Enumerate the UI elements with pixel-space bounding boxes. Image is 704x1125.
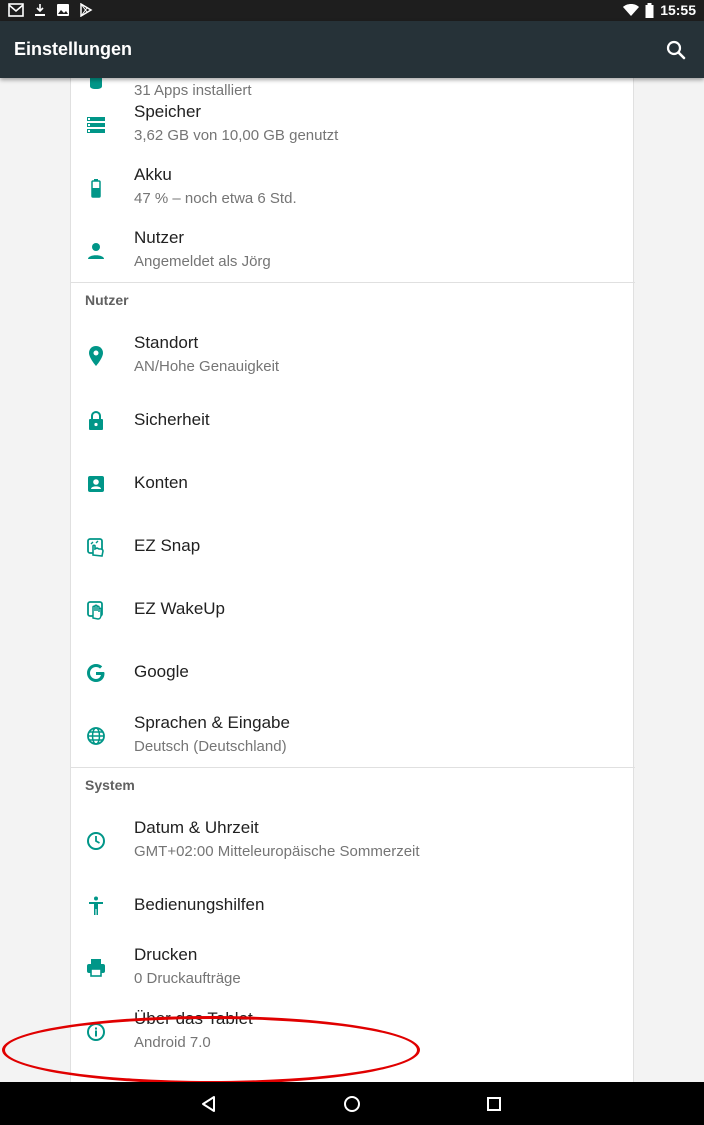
- settings-item-title: Datum & Uhrzeit: [134, 818, 259, 837]
- clock-icon: [87, 831, 105, 850]
- status-bar: 15:55: [0, 0, 704, 21]
- settings-item-konten[interactable]: Konten: [71, 452, 635, 515]
- settings-item-title: Sprachen & Eingabe: [134, 713, 290, 732]
- ez-snap-icon: [87, 537, 104, 557]
- person-icon: [88, 242, 104, 259]
- play-store-icon: [80, 3, 93, 17]
- settings-item-title: Standort: [134, 333, 199, 352]
- settings-item-bedienungshilfen[interactable]: Bedienungshilfen: [71, 874, 635, 937]
- settings-item-title: EZ WakeUp: [134, 599, 226, 618]
- settings-card: 31 Apps installiert Speicher 3,62 GB von…: [70, 78, 635, 1082]
- settings-item-subtitle: Angemeldet als Jörg: [134, 253, 271, 270]
- divider: [71, 282, 635, 283]
- settings-item-nutzer[interactable]: Nutzer Angemeldet als Jörg: [71, 219, 635, 282]
- battery-icon: [91, 178, 101, 198]
- image-icon: [57, 4, 69, 16]
- storage-icon: [87, 116, 105, 133]
- settings-item-speicher[interactable]: Speicher 3,62 GB von 10,00 GB genutzt: [71, 93, 635, 156]
- accessibility-icon: [89, 896, 103, 915]
- settings-item-sicherheit[interactable]: Sicherheit: [71, 389, 635, 452]
- settings-item-title: Bedienungshilfen: [134, 895, 265, 914]
- settings-item-subtitle: Deutsch (Deutschland): [134, 738, 287, 755]
- gmail-icon: [8, 3, 24, 17]
- ez-wakeup-icon: [87, 600, 103, 620]
- settings-item-title: Google: [134, 662, 189, 681]
- divider: [71, 767, 635, 768]
- section-header-nutzer: Nutzer: [85, 292, 129, 308]
- settings-item-title: Nutzer: [134, 228, 185, 247]
- settings-item-datum-uhrzeit[interactable]: Datum & Uhrzeit GMT+02:00 Mitteleuropäis…: [71, 809, 635, 872]
- settings-item-title: Speicher: [134, 102, 202, 121]
- settings-item-title: Akku: [134, 165, 172, 184]
- settings-item-sprachen[interactable]: Sprachen & Eingabe Deutsch (Deutschland): [71, 704, 635, 767]
- settings-item-subtitle: Android 7.0: [134, 1034, 211, 1051]
- settings-item-ez-wakeup[interactable]: EZ WakeUp: [71, 578, 635, 641]
- settings-item-title: EZ Snap: [134, 536, 201, 555]
- settings-item-ez-snap[interactable]: EZ Snap: [71, 515, 635, 578]
- back-icon[interactable]: [197, 1092, 221, 1116]
- account-box-icon: [88, 475, 104, 492]
- clock-time: 15:55: [660, 2, 696, 18]
- section-header-system: System: [85, 777, 135, 793]
- android-icon: [90, 78, 102, 89]
- info-icon: [87, 1022, 105, 1041]
- settings-item-title: Drucken: [134, 945, 198, 964]
- settings-item-subtitle: AN/Hohe Genauigkeit: [134, 358, 280, 375]
- settings-item-subtitle: GMT+02:00 Mitteleuropäische Sommerzeit: [134, 843, 420, 860]
- search-icon[interactable]: [664, 38, 688, 62]
- page-title: Einstellungen: [14, 39, 133, 59]
- settings-item-subtitle: 0 Druckaufträge: [134, 970, 241, 987]
- settings-item-ueber-das-tablet[interactable]: Über das Tablet Android 7.0: [71, 1000, 635, 1063]
- globe-icon: [87, 726, 105, 745]
- settings-item-title: Sicherheit: [134, 410, 210, 429]
- settings-item-drucken[interactable]: Drucken 0 Druckaufträge: [71, 936, 635, 999]
- settings-item-google[interactable]: Google: [71, 641, 635, 704]
- settings-item-standort[interactable]: Standort AN/Hohe Genauigkeit: [71, 324, 635, 387]
- settings-item-title: Konten: [134, 473, 188, 492]
- settings-item-title: Über das Tablet: [134, 1009, 253, 1028]
- wifi-icon: [623, 3, 640, 16]
- settings-item-akku[interactable]: Akku 47 % – noch etwa 6 Std.: [71, 156, 635, 219]
- printer-icon: [87, 958, 105, 977]
- google-g-icon: [87, 663, 105, 682]
- download-icon: [35, 4, 45, 16]
- notification-icons: [8, 3, 93, 17]
- app-bar: Einstellungen: [0, 21, 704, 78]
- settings-item-subtitle: 3,62 GB von 10,00 GB genutzt: [134, 127, 339, 144]
- location-pin-icon: [89, 345, 103, 366]
- home-icon[interactable]: [340, 1092, 364, 1116]
- lock-icon: [89, 410, 103, 430]
- settings-item-subtitle: 47 % – noch etwa 6 Std.: [134, 190, 297, 207]
- settings-list[interactable]: 31 Apps installiert Speicher 3,62 GB von…: [0, 78, 704, 1082]
- battery-icon: [645, 2, 654, 18]
- recents-icon[interactable]: [482, 1092, 506, 1116]
- navigation-bar: [0, 1082, 704, 1125]
